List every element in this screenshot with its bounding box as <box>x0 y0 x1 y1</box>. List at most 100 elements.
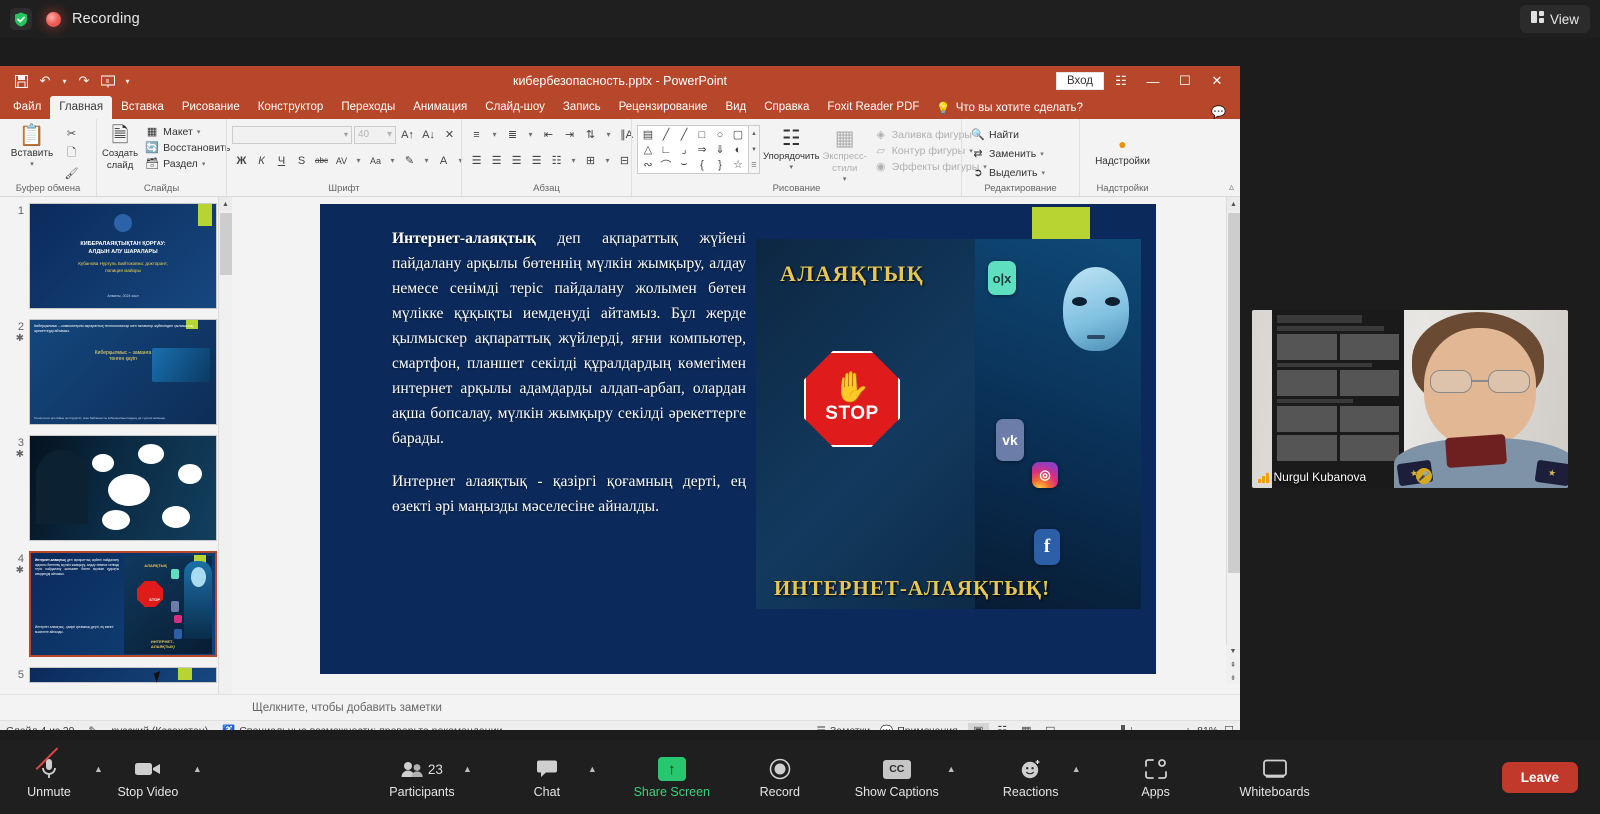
slide-body-text[interactable]: Интернет-алаяқтық деп ақпараттық жүйені … <box>392 226 746 537</box>
shape-arc-icon[interactable]: ⌣ <box>675 157 693 172</box>
highlight-caret-icon[interactable]: ▾ <box>420 156 433 165</box>
audio-options-caret-icon[interactable]: ▲ <box>90 764 107 774</box>
copy-icon[interactable]: 🗋 <box>62 144 81 163</box>
slide-counter[interactable]: Слайд 4 из 29 <box>6 725 75 731</box>
zoom-slider[interactable] <box>1082 724 1179 730</box>
save-icon[interactable] <box>10 70 32 92</box>
slideshow-view-button[interactable]: ⬓ <box>1040 723 1061 730</box>
thumb-preview[interactable]: Киберқылмыс – компьютерлік ақпараттық те… <box>29 319 217 425</box>
tab-draw[interactable]: Рисование <box>173 96 249 119</box>
paste-caret-icon[interactable]: ▾ <box>30 160 34 168</box>
cut-icon[interactable]: ✂ <box>62 124 81 143</box>
comments-toggle-button[interactable]: 💬 Примечания <box>880 724 958 731</box>
record-button[interactable]: Record <box>743 755 817 799</box>
shape-right-brace-icon[interactable]: } <box>711 157 729 172</box>
comments-icon[interactable]: 💬 <box>1211 105 1240 119</box>
view-button[interactable]: View <box>1519 5 1590 33</box>
shape-line-icon[interactable]: ╱ <box>657 127 675 142</box>
shape-left-brace-icon[interactable]: { <box>693 157 711 172</box>
shape-curve-icon[interactable]: ⌒ <box>657 157 675 172</box>
previous-slide-button[interactable]: ⇞ <box>1226 658 1240 671</box>
change-case-caret-icon[interactable]: ▾ <box>386 156 399 165</box>
layout-button[interactable]: ▦ Макет ▾ <box>141 124 234 139</box>
notes-toggle-button[interactable]: ☰ Заметки <box>817 725 871 731</box>
zoom-slider-handle[interactable] <box>1120 724 1125 730</box>
tab-transitions[interactable]: Переходы <box>332 96 404 119</box>
reset-button[interactable]: 🔄 Восстановить <box>141 140 234 155</box>
thumb-scroll-up-icon[interactable]: ▲ <box>219 197 232 211</box>
new-slide-button[interactable]: 🗎 Создать слайд <box>102 122 138 172</box>
participants-button[interactable]: 23 Participants <box>385 755 459 799</box>
font-name-caret-icon[interactable]: ▾ <box>344 130 348 139</box>
font-size-caret-icon[interactable]: ▾ <box>387 129 392 140</box>
bold-button[interactable]: Ж <box>232 151 251 170</box>
apps-button[interactable]: Apps <box>1119 755 1193 799</box>
accessibility-status[interactable]: ♿ Специальные возможности: проверьте рек… <box>222 724 502 731</box>
current-slide[interactable]: Интернет-алаяқтық деп ақпараттық жүйені … <box>320 204 1156 674</box>
zoom-out-button[interactable]: − <box>1071 725 1077 731</box>
slide-scroll-down-icon[interactable]: ▼ <box>1226 645 1240 658</box>
shape-right-arrow-icon[interactable]: ⇒ <box>693 142 711 157</box>
captions-caret-icon[interactable]: ▲ <box>943 764 960 774</box>
find-button[interactable]: 🔍 Найти <box>967 127 1049 142</box>
tab-design[interactable]: Конструктор <box>249 96 333 119</box>
slide-picture[interactable]: АЛАЯҚТЫҚ ✋ STOP o|x vk ◎ f ИНТЕРНЕТ-АЛАЯ… <box>756 239 1141 609</box>
format-painter-icon[interactable]: 🖌 <box>62 164 81 183</box>
video-options-caret-icon[interactable]: ▲ <box>189 764 206 774</box>
show-captions-button[interactable]: CC Show Captions <box>851 755 943 799</box>
thumb-preview[interactable]: КИБЕРАЛАЯҚТЫҚТАН ҚОРҒАУ: АЛДЫН АЛУ ШАРАЛА… <box>29 203 217 309</box>
align-right-button[interactable]: ☰ <box>507 151 526 170</box>
justify-button[interactable]: ☰ <box>527 151 546 170</box>
ribbon-display-options-icon[interactable]: ☷ <box>1106 68 1136 94</box>
reactions-button[interactable]: Reactions <box>994 755 1068 799</box>
font-size-input[interactable]: 40 ▾ <box>354 125 396 144</box>
text-highlight-button[interactable]: ✎ <box>400 151 419 170</box>
chat-caret-icon[interactable]: ▲ <box>584 764 601 774</box>
italic-button[interactable]: К <box>252 151 271 170</box>
slide-thumbnail-2[interactable]: 2 ✱ Киберқылмыс – компьютерлік ақпараттық… <box>4 319 232 425</box>
slide-thumbnail-4[interactable]: 4 ✱ Интернет-алаяқтық деп ақпараттық жүйе… <box>4 551 232 657</box>
align-text-button[interactable]: ⊞ <box>581 151 600 170</box>
next-slide-button[interactable]: ⇟ <box>1226 671 1240 684</box>
chat-button[interactable]: Chat <box>510 755 584 799</box>
tab-view[interactable]: Вид <box>716 96 755 119</box>
quick-styles-button[interactable]: ▦ Экспресс-стили ▾ <box>823 125 867 183</box>
reading-view-button[interactable]: ▦ <box>1016 723 1037 730</box>
text-shadow-button[interactable]: S <box>292 151 311 170</box>
spellcheck-icon[interactable]: ✎ <box>89 725 98 731</box>
slide-scroll-up-icon[interactable]: ▲ <box>1227 197 1240 211</box>
align-left-button[interactable]: ☰ <box>467 151 486 170</box>
fit-slide-to-window-button[interactable]: ☐ <box>1224 724 1234 730</box>
tab-foxit-reader-pdf[interactable]: Foxit Reader PDF <box>818 96 928 119</box>
decrease-font-size-icon[interactable]: A↓ <box>419 125 438 144</box>
shape-arrow-icon[interactable]: ╱ <box>675 127 693 142</box>
undo-caret-icon[interactable]: ▾ <box>58 77 71 86</box>
slide-scroll-handle[interactable] <box>1228 213 1240 573</box>
slide-thumbnail-5[interactable]: 5 <box>4 667 232 683</box>
shape-rounded-rect-icon[interactable]: ▢ <box>729 127 747 142</box>
start-presentation-icon[interactable] <box>97 70 119 92</box>
reactions-caret-icon[interactable]: ▲ <box>1068 764 1085 774</box>
tab-review[interactable]: Рецензирование <box>610 96 717 119</box>
stop-video-button[interactable]: Stop Video <box>111 755 185 799</box>
thumb-scroll-handle[interactable] <box>220 213 232 275</box>
normal-view-button[interactable]: ▣ <box>967 722 989 730</box>
shape-elbow-arrow-icon[interactable]: ⌟ <box>675 142 693 157</box>
language-indicator[interactable]: русский (Казахстан) <box>111 725 208 731</box>
unmute-button[interactable]: Unmute <box>12 755 86 799</box>
leave-button[interactable]: Leave <box>1501 761 1578 793</box>
thumb-preview[interactable]: Интернет-алаяқтық деп ақпараттық жүйені … <box>29 551 217 657</box>
numbering-caret-icon[interactable]: ▾ <box>524 130 537 139</box>
align-text-caret-icon[interactable]: ▾ <box>601 156 614 165</box>
increase-font-size-icon[interactable]: A↑ <box>398 125 417 144</box>
section-button[interactable]: 🗃 Раздел ▾ <box>141 156 234 171</box>
tab-animations[interactable]: Анимация <box>404 96 476 119</box>
shape-oval-icon[interactable]: ○ <box>711 127 729 142</box>
shapes-gallery[interactable]: ▤ ╱ ╱ □ ○ ▢ △ ∟ ⌟ ⇒ ⇓ ◐ ∾ ⌒ ⌣ {} ☆ <box>637 125 749 174</box>
shape-triangle-icon[interactable]: △ <box>639 142 657 157</box>
shapes-scroll-up-icon[interactable]: ▲ <box>749 126 759 142</box>
collapse-ribbon-icon[interactable]: ▵ <box>1229 182 1234 193</box>
shape-elbow-connector-icon[interactable]: ∟ <box>657 142 675 157</box>
font-name-input[interactable]: ▾ <box>232 125 352 144</box>
slide-thumbnail-3[interactable]: 3 ✱ <box>4 435 232 541</box>
